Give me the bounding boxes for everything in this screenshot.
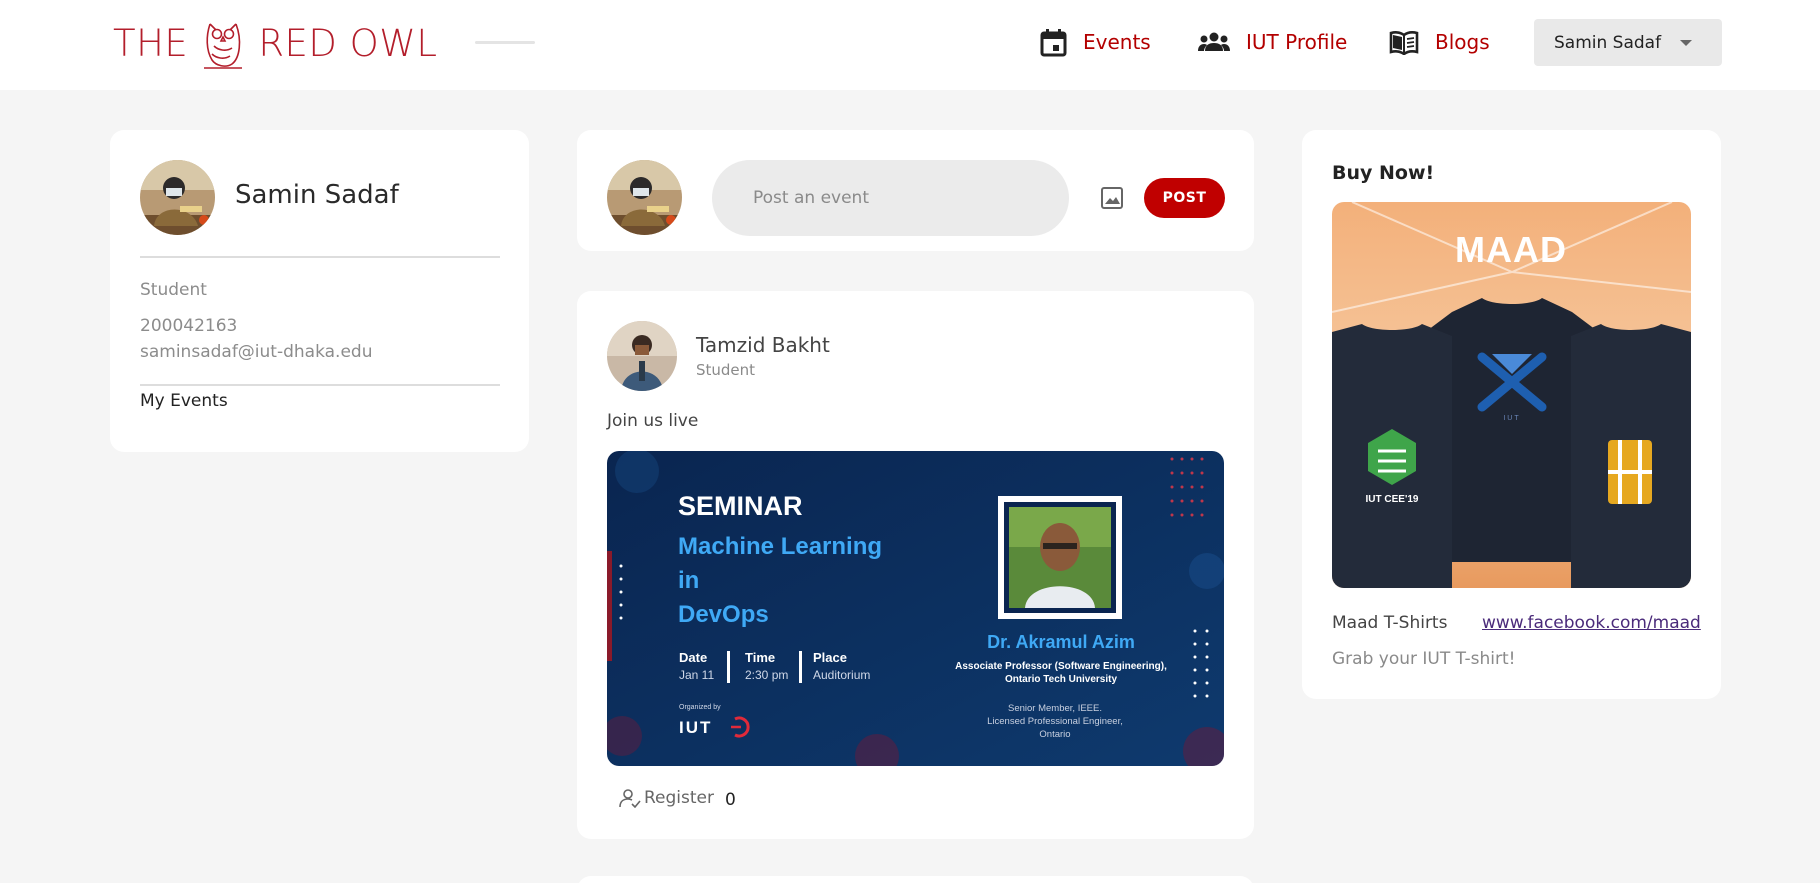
poster-place-value: Auditorium [813, 668, 870, 682]
post-text: Join us live [607, 411, 699, 431]
open-book-icon [1389, 30, 1419, 55]
image-icon[interactable] [1098, 184, 1126, 212]
nav-events-label: Events [1083, 30, 1151, 54]
person-check-icon [619, 789, 641, 808]
top-navbar: THE RED OWL Events IUT Profile Blogs Sam… [0, 0, 1820, 90]
user-menu-selected: Samin Sadaf [1554, 32, 1662, 53]
register-count: 0 [725, 790, 736, 810]
divider [140, 384, 500, 386]
tshirt-promo-graphic: MAAD IUT IUT CEE'19 [1332, 202, 1691, 588]
poster-date-value: Jan 11 [679, 668, 714, 682]
nav-events[interactable]: Events [1040, 22, 1151, 62]
seminar-poster: SEMINAR Machine Learning in DevOps Date … [607, 451, 1224, 766]
product-facebook-link[interactable]: www.facebook.com/maad [1482, 613, 1701, 633]
poster-speaker-title-line: Ontario Tech University [1005, 674, 1118, 685]
post-event-input[interactable] [712, 160, 1069, 236]
product-description: Grab your IUT T-shirt! [1332, 649, 1516, 669]
poster-heading: SEMINAR [678, 491, 803, 521]
profile-student-id: 200042163 [140, 316, 238, 336]
next-post-card [577, 876, 1254, 883]
event-post-card: Tamzid Bakht Student Join us live SEMINA… [577, 291, 1254, 839]
event-poster-image[interactable]: SEMINAR Machine Learning in DevOps Date … [607, 451, 1224, 766]
logo-text-right: RED OWL [258, 21, 438, 65]
poster-time-value: 2:30 pm [745, 668, 788, 682]
register-label: Register [644, 788, 714, 808]
author-photo [607, 321, 677, 391]
tshirt-product-image[interactable]: MAAD IUT IUT CEE'19 [1332, 202, 1691, 588]
poster-speaker-extra-line: Licensed Professional Engineer, [987, 716, 1123, 727]
header-divider [475, 41, 535, 44]
poster-topic-line: Machine Learning [678, 533, 882, 560]
user-photo [607, 160, 682, 235]
poster-speaker-extra-line: Ontario [1039, 729, 1070, 740]
register-button[interactable]: Register [619, 788, 714, 808]
user-menu-dropdown[interactable]: Samin Sadaf [1534, 19, 1722, 66]
avatar [607, 160, 682, 235]
post-button[interactable]: POST [1144, 178, 1225, 218]
buy-now-card: Buy Now! MAAD IUT IUT CEE'19 Maad T-Shir… [1302, 130, 1721, 699]
poster-speaker-title-line: Associate Professor (Software Engineerin… [955, 661, 1167, 672]
product-name: Maad T-Shirts [1332, 613, 1448, 633]
poster-speaker-name: Dr. Akramul Azim [987, 632, 1135, 652]
divider [140, 256, 500, 258]
nav-blogs[interactable]: Blogs [1389, 22, 1490, 62]
profile-name: Samin Sadaf [235, 180, 399, 210]
poster-topic-line: in [678, 567, 699, 594]
poster-organized-by: Organized by [679, 704, 721, 711]
post-author-role: Student [696, 361, 756, 379]
profile-email: saminsadaf@iut-dhaka.edu [140, 342, 373, 362]
avatar[interactable] [140, 160, 215, 235]
post-author-name[interactable]: Tamzid Bakht [696, 333, 830, 357]
tshirt-center-label: IUT [1503, 415, 1520, 422]
tshirt-brand-text: MAAD [1455, 229, 1567, 270]
my-events-link[interactable]: My Events [140, 391, 228, 411]
owl-logo-icon [204, 23, 243, 69]
profile-card: Samin Sadaf Student 200042163 saminsadaf… [110, 130, 529, 452]
author-avatar[interactable] [607, 321, 677, 391]
poster-place-label: Place [813, 650, 847, 665]
poster-time-label: Time [745, 650, 775, 665]
post-composer: POST [577, 130, 1254, 251]
logo-text-left: THE [113, 21, 189, 65]
calendar-icon [1040, 28, 1067, 56]
profile-role: Student [140, 280, 207, 300]
nav-iut-profile-label: IUT Profile [1246, 30, 1348, 54]
nav-blogs-label: Blogs [1435, 30, 1490, 54]
chevron-down-icon [1680, 40, 1692, 46]
user-photo [140, 160, 215, 235]
buy-now-title: Buy Now! [1332, 162, 1435, 184]
poster-topic-line: DevOps [678, 601, 769, 628]
poster-speaker-extra-line: Senior Member, IEEE. [1008, 703, 1102, 714]
poster-org-name: IUT [679, 718, 712, 737]
logo[interactable]: THE RED OWL [113, 16, 437, 70]
tshirt-left-label: IUT CEE'19 [1366, 494, 1419, 505]
nav-iut-profile[interactable]: IUT Profile [1198, 22, 1347, 62]
people-group-icon [1198, 32, 1230, 51]
poster-date-label: Date [679, 650, 707, 665]
